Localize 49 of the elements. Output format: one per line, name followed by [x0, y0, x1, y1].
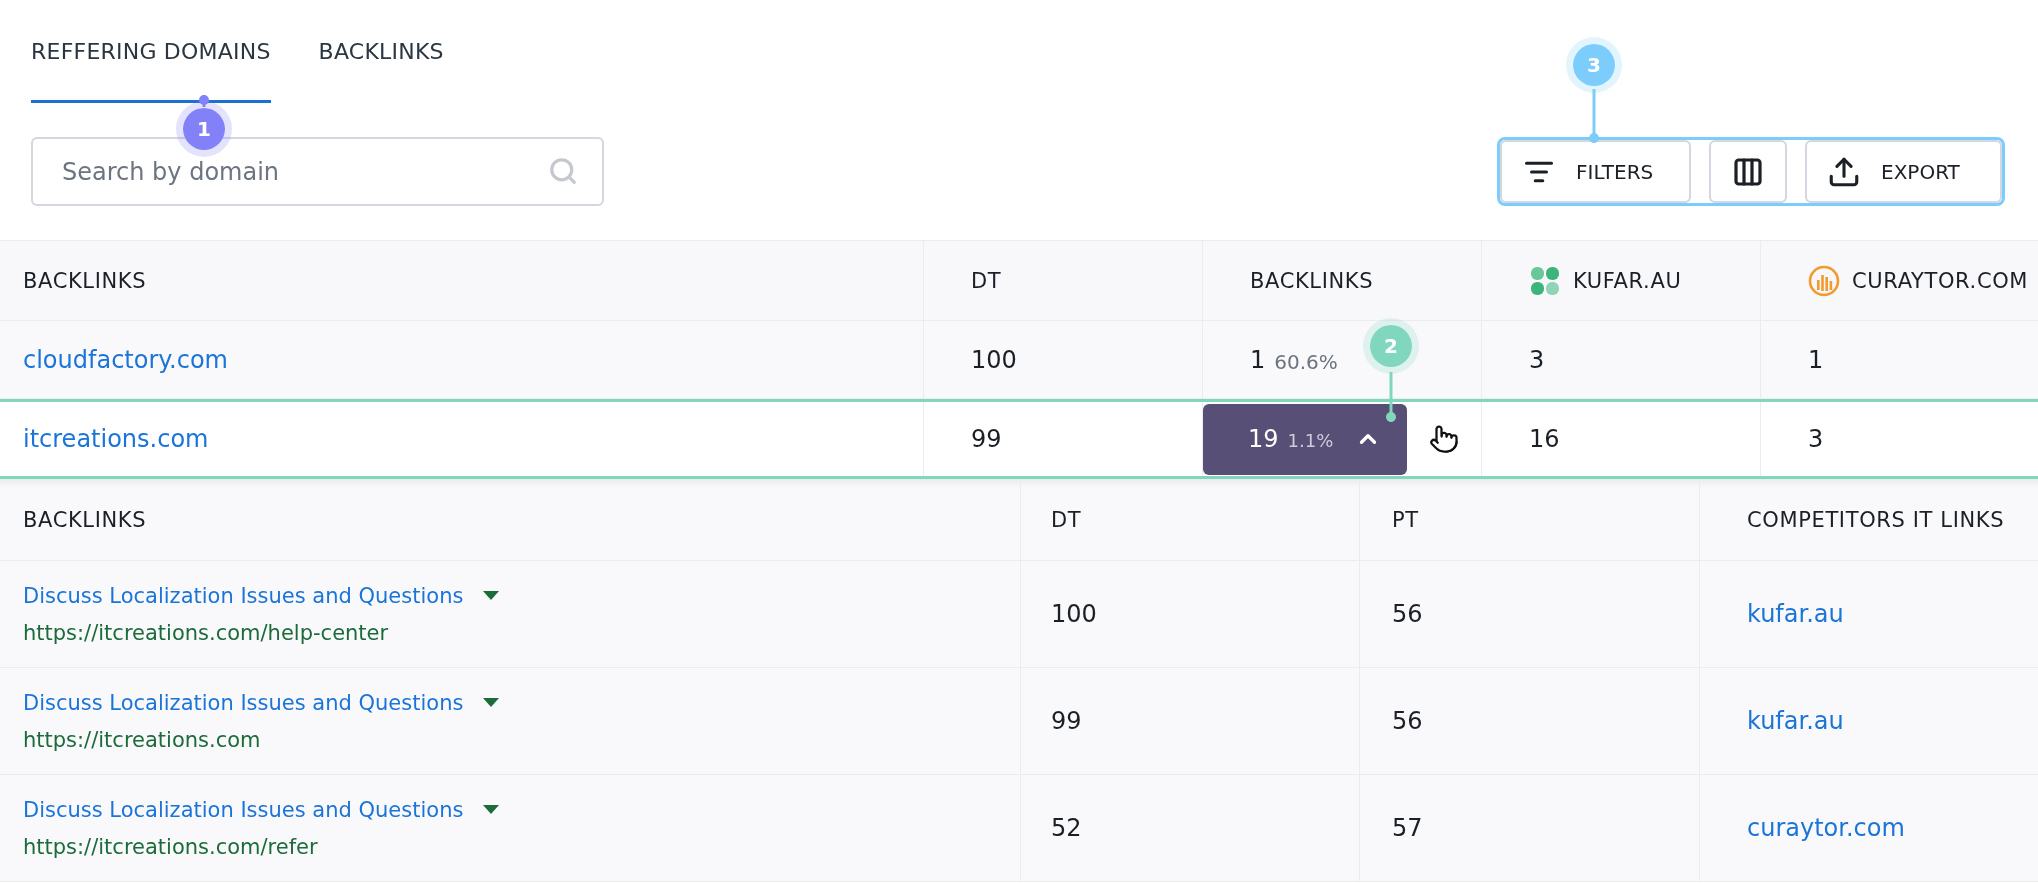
cell-value: 52: [1051, 813, 1082, 843]
leader-line: [1386, 372, 1396, 422]
url-link[interactable]: https://itcreations.com/help-center: [23, 618, 389, 647]
column-header: PT: [1392, 506, 1419, 534]
table-row[interactable]: itcreations.com 99 19 1.1% 16 3: [0, 399, 2038, 479]
cell-value: 56: [1392, 599, 1423, 629]
search-icon: [548, 156, 578, 186]
competitor-link[interactable]: kufar.au: [1747, 599, 1844, 629]
caret-down-icon[interactable]: [483, 698, 500, 707]
column-header: BACKLINKS: [1250, 267, 1374, 295]
cell-value: 100: [1051, 599, 1097, 629]
cell-value: 16: [1529, 424, 1560, 454]
column-header: COMPETITORS IT LINKS: [1747, 506, 2005, 534]
cell-value: 3: [1808, 424, 1824, 454]
cell-value: 56: [1392, 706, 1423, 736]
cell-value: 99: [1051, 706, 1082, 736]
filters-button[interactable]: FILTERS: [1500, 140, 1691, 203]
url-link[interactable]: https://itcreations.com/refer: [23, 832, 318, 861]
cell-value: 1: [1808, 344, 1824, 375]
backlink-title-link[interactable]: Discuss Localization Issues and Questions: [23, 581, 464, 610]
caret-down-icon[interactable]: [483, 591, 500, 600]
competitor-link[interactable]: kufar.au: [1747, 706, 1844, 736]
column-header: DT: [1051, 506, 1082, 534]
columns-icon: [1732, 155, 1764, 188]
cell-value: 1: [1250, 344, 1266, 375]
tab[interactable]: BACKLINKS: [318, 32, 444, 103]
cell-value: 57: [1392, 813, 1423, 843]
domain-link[interactable]: cloudfactory.com: [23, 344, 228, 375]
caret-down-icon[interactable]: [483, 805, 500, 814]
domain-link[interactable]: itcreations.com: [23, 424, 209, 454]
column-header: CURAYTOR.COM: [1852, 267, 2029, 295]
hand-cursor-icon: [1429, 424, 1459, 454]
cell-value: 99: [971, 424, 1002, 454]
search-field[interactable]: Search by domain: [31, 137, 604, 206]
backlink-title-link[interactable]: Discuss Localization Issues and Questions: [23, 795, 464, 824]
url-link[interactable]: https://itcreations.com: [23, 725, 261, 754]
competitor-link[interactable]: curaytor.com: [1747, 813, 1905, 843]
backlinks-toggle[interactable]: 19 1.1%: [1203, 403, 1407, 475]
backlink-title-link[interactable]: Discuss Localization Issues and Questions: [23, 688, 464, 717]
cell-value: 3: [1529, 344, 1545, 375]
columns-button[interactable]: [1709, 140, 1787, 203]
export-button[interactable]: EXPORT: [1805, 140, 2002, 203]
cell-value: 100: [971, 344, 1017, 375]
column-header: BACKLINKS: [23, 506, 147, 534]
column-header: KUFAR.AU: [1573, 267, 1682, 295]
column-header: BACKLINKS: [23, 267, 147, 295]
callout-marker: 3: [1566, 37, 1622, 93]
column-header: DT: [971, 267, 1002, 295]
percentage: 60.6%: [1274, 348, 1338, 375]
